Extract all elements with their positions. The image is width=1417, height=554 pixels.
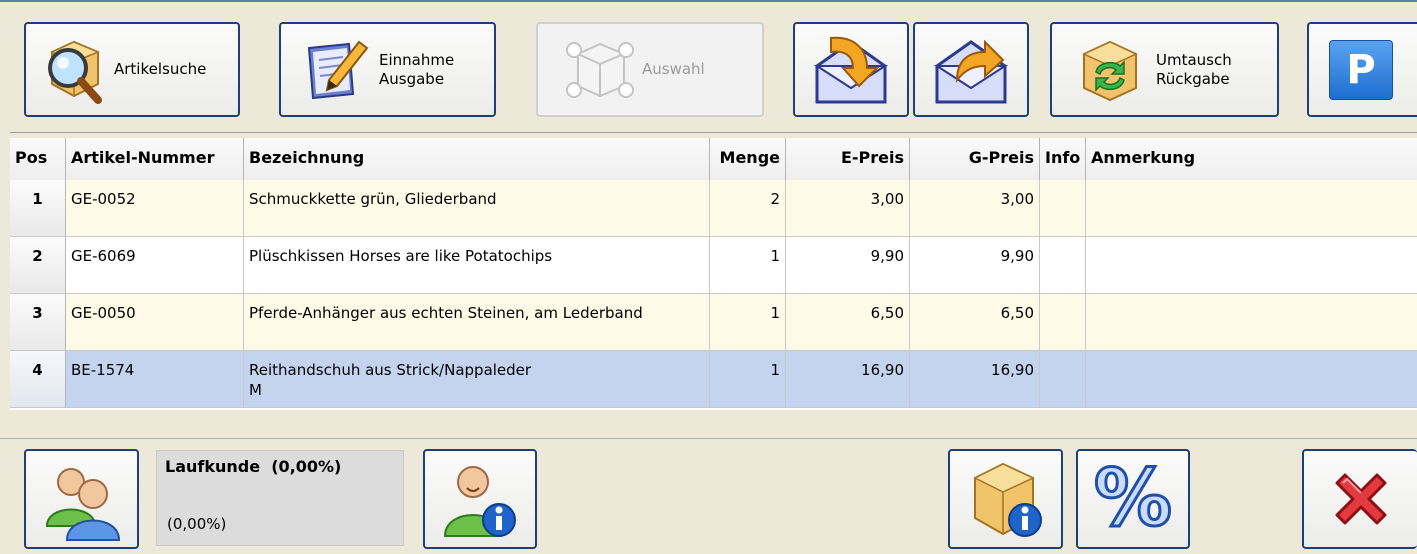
row-menge: 1 xyxy=(710,237,786,293)
col-header-bezeichnung[interactable]: Bezeichnung xyxy=(244,138,710,180)
auswahl-label: Auswahl xyxy=(642,60,705,78)
close-icon xyxy=(1335,473,1386,525)
toolbar: Artikelsuche Einnahme Ausgabe Auswahl Um… xyxy=(10,10,1417,133)
row-anmerkung xyxy=(1086,237,1417,293)
row-artikel-nummer: GE-0050 xyxy=(66,294,244,350)
row-anmerkung xyxy=(1086,294,1417,350)
col-header-info[interactable]: Info xyxy=(1040,138,1086,180)
row-menge: 1 xyxy=(710,351,786,407)
auswahl-button[interactable]: Auswahl xyxy=(536,22,764,117)
row-g-preis: 16,90 xyxy=(910,351,1040,407)
table-row[interactable]: 1 GE-0052 Schmuckkette grün, Gliederband… xyxy=(10,180,1417,237)
row-anmerkung xyxy=(1086,180,1417,236)
customer-info-icon xyxy=(443,466,516,537)
einnahme-ausgabe-button[interactable]: Einnahme Ausgabe xyxy=(279,22,496,117)
col-header-e-preis[interactable]: E-Preis xyxy=(786,138,910,180)
row-pos: 3 xyxy=(10,294,66,350)
umtausch-rueckgabe-button[interactable]: Umtausch Rückgabe xyxy=(1050,22,1279,117)
row-artikel-nummer: BE-1574 xyxy=(66,351,244,407)
customer-select-button[interactable] xyxy=(24,449,139,549)
envelope-outgoing-icon xyxy=(933,39,1009,103)
table-row[interactable]: 3 GE-0050 Pferde-Anhänger aus echten Ste… xyxy=(10,294,1417,351)
row-g-preis: 3,00 xyxy=(910,180,1040,236)
table-header: Pos Artikel-Nummer Bezeichnung Menge E-P… xyxy=(10,138,1417,181)
cancel-button[interactable] xyxy=(1302,449,1417,549)
parking-icon: P xyxy=(1329,39,1393,100)
col-header-g-preis[interactable]: G-Preis xyxy=(910,138,1040,180)
row-pos: 1 xyxy=(10,180,66,236)
row-bezeichnung: Schmuckkette grün, Gliederband xyxy=(244,180,710,236)
envelope-in-button[interactable] xyxy=(793,22,909,117)
row-bezeichnung: Plüschkissen Horses are like Potatochips xyxy=(244,237,710,293)
row-bezeichnung: Reithandschuh aus Strick/Nappaleder M xyxy=(244,351,710,407)
col-header-anmerkung[interactable]: Anmerkung xyxy=(1086,138,1417,180)
row-bezeichnung-text: Plüschkissen Horses are like Potatochips xyxy=(249,247,553,265)
row-anmerkung xyxy=(1086,351,1417,407)
row-e-preis: 9,90 xyxy=(786,237,910,293)
table-row[interactable]: 2 GE-6069 Plüschkissen Horses are like P… xyxy=(10,237,1417,294)
items-table: Pos Artikel-Nummer Bezeichnung Menge E-P… xyxy=(10,138,1417,410)
row-menge: 1 xyxy=(710,294,786,350)
article-search-icon xyxy=(48,40,102,104)
parking-button[interactable]: P xyxy=(1307,22,1417,117)
row-info xyxy=(1040,294,1086,350)
customer-info-panel: Laufkunde (0,00%) (0,00%) xyxy=(156,450,404,546)
article-info-icon xyxy=(972,462,1042,537)
row-info xyxy=(1040,351,1086,407)
exchange-box-icon xyxy=(1082,40,1138,101)
row-g-preis: 6,50 xyxy=(910,294,1040,350)
col-header-menge[interactable]: Menge xyxy=(710,138,786,180)
envelope-incoming-icon xyxy=(813,36,889,103)
artikelsuche-button[interactable]: Artikelsuche xyxy=(24,22,240,117)
row-pos: 4 xyxy=(10,351,66,407)
row-pos: 2 xyxy=(10,237,66,293)
row-e-preis: 16,90 xyxy=(786,351,910,407)
row-g-preis: 9,90 xyxy=(910,237,1040,293)
row-variant-text: M xyxy=(249,381,262,399)
row-artikel-nummer: GE-6069 xyxy=(66,237,244,293)
einnahme-ausgabe-label: Einnahme Ausgabe xyxy=(379,50,455,88)
row-info xyxy=(1040,180,1086,236)
row-e-preis: 3,00 xyxy=(786,180,910,236)
artikelsuche-label: Artikelsuche xyxy=(114,60,207,78)
customer-discount: (0,00%) xyxy=(167,515,227,533)
col-header-artikel-nummer[interactable]: Artikel-Nummer xyxy=(66,138,244,180)
article-info-button[interactable] xyxy=(948,449,1063,549)
row-bezeichnung-text: Pferde-Anhänger aus echten Steinen, am L… xyxy=(249,304,643,322)
customer-name: Laufkunde (0,00%) xyxy=(165,457,342,476)
row-bezeichnung: Pferde-Anhänger aus echten Steinen, am L… xyxy=(244,294,710,350)
percent-icon: % xyxy=(1092,454,1173,544)
umtausch-rueckgabe-label: Umtausch Rückgabe xyxy=(1156,50,1232,88)
row-e-preis: 6,50 xyxy=(786,294,910,350)
table-row-selected[interactable]: 4 BE-1574 Reithandschuh aus Strick/Nappa… xyxy=(10,351,1417,408)
customer-info-button[interactable] xyxy=(423,449,537,549)
envelope-out-button[interactable] xyxy=(913,22,1029,117)
col-header-pos[interactable]: Pos xyxy=(10,138,66,180)
bottom-bar: Laufkunde (0,00%) (0,00%) % xyxy=(0,438,1417,554)
notepad-pencil-icon xyxy=(307,40,369,99)
row-info xyxy=(1040,237,1086,293)
row-bezeichnung-text: Reithandschuh aus Strick/Nappaleder xyxy=(249,361,532,379)
row-bezeichnung-text: Schmuckkette grün, Gliederband xyxy=(249,190,497,208)
row-menge: 2 xyxy=(710,180,786,236)
discount-button[interactable]: % xyxy=(1076,449,1190,549)
row-artikel-nummer: GE-0052 xyxy=(66,180,244,236)
customers-icon xyxy=(45,468,120,541)
selection-cube-icon xyxy=(566,41,634,98)
